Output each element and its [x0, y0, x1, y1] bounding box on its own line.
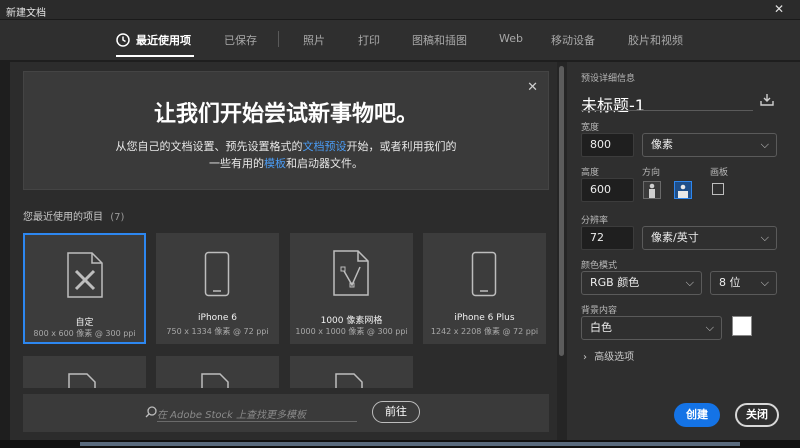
banner-text: 从您自己的文档设置、预先设置格式的文档预设开始，或者利用我们的 一些有用的模板和… [24, 138, 548, 172]
window-close-icon[interactable]: ✕ [768, 0, 790, 18]
preset-size: 800 x 600 像素 @ 300 ppi [33, 329, 136, 338]
artboard-checkbox[interactable] [712, 183, 724, 195]
document-icon [68, 373, 96, 388]
height-label: 高度 [581, 168, 600, 178]
templates-link[interactable]: 模板 [264, 157, 286, 170]
grid-doc-icon [333, 250, 369, 296]
tab-print[interactable]: 打印 [358, 32, 380, 48]
window-title: 新建文档 [6, 8, 46, 19]
document-icon [335, 373, 363, 388]
banner-text-part: 从您自己的文档设置、预先设置格式的 [115, 140, 303, 153]
phone-icon [204, 251, 230, 297]
category-tabs: 最近使用项 已保存 照片 打印 图稿和插图 Web 移动设备 胶片和视频 [0, 20, 800, 60]
document-title-field[interactable]: 未标题-1 [581, 92, 645, 116]
width-input[interactable]: 800 [581, 133, 634, 157]
scrollbar-thumb[interactable] [559, 66, 564, 356]
presets-scrollbar[interactable] [557, 62, 567, 440]
tab-art-illustration[interactable]: 图稿和插图 [412, 32, 467, 48]
chevron-down-icon: ⌵ [760, 231, 769, 244]
resolution-input[interactable]: 72 [581, 226, 634, 250]
recent-items-label: 您最近使用的项目 (7) [23, 208, 124, 223]
chevron-down-icon: ⌵ [760, 276, 769, 289]
preset-card-partial[interactable] [156, 356, 279, 388]
chevron-down-icon: ⌵ [685, 276, 694, 289]
background-color-swatch[interactable] [732, 316, 752, 336]
banner-headline: 让我们开始尝试新事物吧。 [153, 102, 418, 127]
document-presets-link[interactable]: 文档预设 [303, 140, 347, 153]
title-bar: 新建文档 ✕ [0, 0, 800, 20]
title-underline [581, 110, 753, 111]
active-tab-underline [116, 55, 194, 57]
search-icon [145, 406, 157, 418]
advanced-options-label: 高级选项 [594, 352, 635, 363]
preset-size: 1000 x 1000 像素 @ 300 ppi [295, 327, 408, 336]
preset-name: iPhone 6 Plus [454, 313, 515, 323]
color-mode-label: 颜色模式 [581, 261, 618, 271]
tab-saved[interactable]: 已保存 [224, 32, 257, 48]
background-contents-value: 白色 [590, 321, 612, 334]
background-contents-label: 背景内容 [581, 306, 618, 316]
clock-icon [116, 33, 130, 47]
width-unit-value: 像素 [651, 138, 673, 151]
create-button[interactable]: 创建 [674, 403, 720, 427]
tab-film-video[interactable]: 胶片和视频 [628, 32, 683, 48]
advanced-options-toggle[interactable]: › 高级选项 [583, 348, 634, 363]
artboard-label: 画板 [710, 168, 729, 178]
landscape-orientation-icon[interactable] [674, 181, 692, 199]
width-label: 宽度 [581, 123, 600, 133]
preset-card-1000px-grid[interactable]: 1000 像素网格 1000 x 1000 像素 @ 300 ppi [290, 233, 413, 344]
custom-doc-icon [67, 252, 103, 298]
tab-photo[interactable]: 照片 [303, 32, 325, 48]
details-section-label: 预设详细信息 [581, 74, 636, 84]
banner-text-part: 一些有用的 [209, 157, 264, 170]
tab-divider [278, 31, 279, 47]
recent-items-count: (7) [110, 212, 125, 223]
chevron-down-icon: ⌵ [760, 138, 769, 151]
resolution-unit-value: 像素/英寸 [651, 231, 699, 244]
color-mode-value: RGB 颜色 [590, 276, 640, 289]
background-contents-select[interactable]: 白色 ⌵ [581, 316, 722, 340]
bit-depth-select[interactable]: 8 位 ⌵ [710, 271, 777, 295]
phone-icon [471, 251, 497, 297]
chevron-right-icon: › [583, 352, 587, 363]
orientation-label: 方向 [642, 168, 661, 178]
preset-size: 1242 x 2208 像素 @ 72 ppi [430, 327, 539, 336]
preset-details-panel: 预设详细信息 未标题-1 宽度 800 像素 ⌵ 高度 600 方向 画板 分辨… [567, 62, 800, 440]
banner-text-part: 开始，或者利用我们的 [346, 140, 457, 153]
document-icon [201, 373, 229, 388]
preset-name: iPhone 6 [198, 313, 237, 323]
preset-card-partial[interactable] [290, 356, 413, 388]
save-preset-icon[interactable] [760, 94, 774, 106]
preset-card-partial[interactable] [23, 356, 146, 388]
preset-card-iphone6plus[interactable]: iPhone 6 Plus 1242 x 2208 像素 @ 72 ppi [423, 233, 546, 344]
tab-web[interactable]: Web [499, 32, 523, 45]
stock-search-bar: 在 Adobe Stock 上查找更多模板 前往 [23, 394, 549, 432]
recent-items-title: 您最近使用的项目 [23, 212, 103, 223]
welcome-banner: ✕ 让我们开始尝试新事物吧。 从您自己的文档设置、预先设置格式的文档预设开始，或… [23, 71, 549, 190]
width-unit-select[interactable]: 像素 ⌵ [642, 133, 777, 157]
close-button[interactable]: 关闭 [735, 403, 779, 427]
go-button[interactable]: 前往 [372, 401, 420, 423]
preset-card-custom[interactable]: 自定 800 x 600 像素 @ 300 ppi [23, 233, 146, 344]
preset-card-iphone6[interactable]: iPhone 6 750 x 1334 像素 @ 72 ppi [156, 233, 279, 344]
tab-mobile[interactable]: 移动设备 [551, 32, 595, 48]
height-input[interactable]: 600 [581, 178, 634, 202]
chevron-down-icon: ⌵ [705, 321, 714, 334]
stock-search-input[interactable]: 在 Adobe Stock 上查找更多模板 [157, 406, 357, 422]
color-mode-select[interactable]: RGB 颜色 ⌵ [581, 271, 702, 295]
preset-name: 自定 [75, 318, 94, 328]
preset-name: 1000 像素网格 [320, 316, 383, 326]
banner-text-part: 和启动器文件。 [286, 157, 363, 170]
tab-recent[interactable]: 最近使用项 [136, 32, 191, 48]
resolution-unit-select[interactable]: 像素/英寸 ⌵ [642, 226, 777, 250]
taskbar-glow [80, 442, 740, 446]
resolution-label: 分辨率 [581, 216, 609, 226]
portrait-orientation-icon[interactable] [643, 181, 661, 199]
bit-depth-value: 8 位 [719, 276, 741, 289]
presets-panel: ✕ 让我们开始尝试新事物吧。 从您自己的文档设置、预先设置格式的文档预设开始，或… [10, 62, 566, 440]
banner-close-icon[interactable]: ✕ [527, 80, 538, 95]
preset-size: 750 x 1334 像素 @ 72 ppi [166, 327, 269, 336]
